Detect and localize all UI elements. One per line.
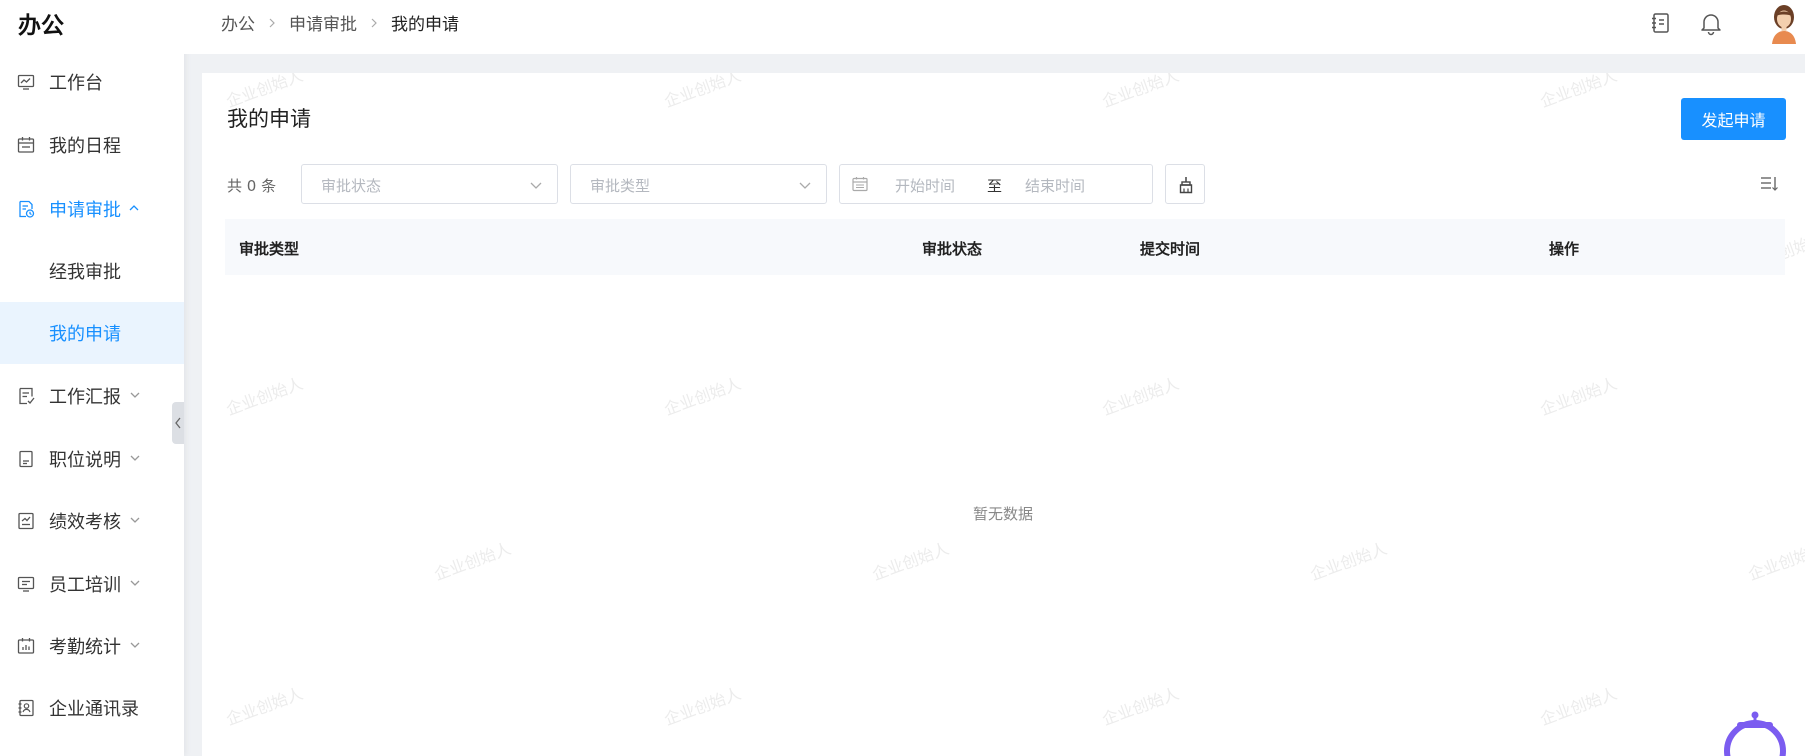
watermark: 企业创始人 [1099, 73, 1182, 112]
sidebar-subitem-my-applications[interactable]: 我的申请 [0, 302, 184, 364]
watermark: 企业创始人 [431, 538, 514, 585]
approval-type-select[interactable]: 审批类型 [570, 164, 827, 204]
chevron-up-icon [129, 205, 139, 211]
bell-icon[interactable] [1698, 10, 1724, 36]
sidebar-item-label: 我的日程 [49, 136, 121, 157]
sidebar-item-workbench[interactable]: 工作台 [0, 51, 184, 113]
calendar-icon [17, 137, 35, 153]
assistant-bot-icon[interactable] [1713, 711, 1793, 756]
sidebar-item-label: 绩效考核 [49, 512, 121, 533]
column-settings-icon[interactable] [1760, 176, 1778, 192]
performance-icon [18, 512, 34, 530]
watermark: 企业创始人 [661, 683, 744, 730]
start-date-input[interactable]: 开始时间 [895, 175, 955, 196]
main-card: 企业创始人 企业创始人 企业创始人 企业创始人 企业创始人 企业创始人 企业创始… [202, 73, 1805, 756]
end-date-input[interactable]: 结束时间 [1025, 175, 1085, 196]
chevron-down-icon [130, 392, 140, 398]
column-header-actions: 操作 [1549, 240, 1580, 258]
attendance-icon [17, 638, 35, 654]
watermark: 企业创始人 [869, 538, 952, 585]
sidebar-item-label: 工作台 [49, 73, 103, 94]
sidebar-item-label: 经我审批 [49, 262, 121, 283]
select-placeholder: 审批类型 [590, 177, 651, 195]
sidebar-item-attendance[interactable]: 考勤统计 [0, 615, 184, 677]
sidebar-item-label: 员工培训 [49, 575, 121, 596]
report-icon [19, 387, 35, 405]
chevron-left-icon [175, 417, 181, 429]
chevron-down-icon [130, 517, 140, 523]
chevron-down-icon [130, 455, 140, 461]
sidebar-item-work-report[interactable]: 工作汇报 [0, 365, 184, 427]
breadcrumb: 办公 申请审批 我的申请 [221, 10, 459, 35]
chevron-down-icon [799, 182, 811, 189]
sidebar-item-schedule[interactable]: 我的日程 [0, 114, 184, 176]
range-separator: 至 [987, 177, 1003, 195]
app-title: 办公 [18, 13, 64, 39]
watermark: 企业创始人 [223, 683, 306, 730]
breadcrumb-item-current: 我的申请 [391, 15, 459, 35]
page-title: 我的申请 [227, 107, 311, 131]
sidebar-item-label: 职位说明 [49, 450, 121, 471]
empty-state-text: 暂无数据 [973, 505, 1034, 523]
chevron-down-icon [130, 580, 140, 586]
total-count: 共 0 条 [227, 177, 277, 195]
sidebar: 办公 工作台 我的日程 申请审批 经我审批 我的申请 工作汇报 职位说明 绩效考… [0, 0, 184, 756]
watermark: 企业创始人 [1307, 538, 1390, 585]
watermark: 企业创始人 [1099, 683, 1182, 730]
document-icon [19, 450, 33, 468]
sidebar-item-label: 考勤统计 [49, 637, 121, 658]
watermark: 企业创始人 [1537, 683, 1620, 730]
date-range-picker[interactable]: 开始时间 至 结束时间 [839, 164, 1153, 204]
contacts-icon [18, 699, 34, 717]
sidebar-item-label: 工作汇报 [49, 387, 121, 408]
sidebar-subitem-approved-by-me[interactable]: 经我审批 [0, 240, 184, 302]
watermark: 企业创始人 [1537, 373, 1620, 420]
select-placeholder: 审批状态 [321, 177, 382, 195]
sidebar-item-job-description[interactable]: 职位说明 [0, 428, 184, 490]
watermark: 企业创始人 [223, 373, 306, 420]
dashboard-icon [17, 74, 35, 90]
notebook-icon[interactable] [1648, 10, 1674, 36]
sidebar-item-label: 申请审批 [49, 200, 121, 221]
top-header: 办公 申请审批 我的申请 [184, 0, 1805, 54]
watermark: 企业创始人 [661, 373, 744, 420]
sidebar-item-label: 企业通讯录 [49, 699, 139, 720]
chevron-down-icon [130, 642, 140, 648]
training-icon [17, 576, 35, 592]
approval-status-select[interactable]: 审批状态 [301, 164, 558, 204]
sidebar-item-approvals[interactable]: 申请审批 [0, 178, 184, 240]
watermark: 企业创始人 [1099, 373, 1182, 420]
column-header-type: 审批类型 [239, 240, 300, 258]
column-header-status: 审批状态 [922, 240, 983, 258]
sidebar-collapse-handle[interactable] [172, 402, 184, 444]
breadcrumb-item[interactable]: 申请审批 [289, 10, 357, 35]
clear-filters-button[interactable] [1165, 164, 1205, 204]
watermark: 企业创始人 [1745, 538, 1805, 585]
breadcrumb-item[interactable]: 办公 [221, 10, 255, 35]
new-application-button[interactable]: 发起申请 [1681, 98, 1786, 140]
calendar-icon [852, 177, 868, 192]
broom-icon [1179, 177, 1193, 194]
chevron-down-icon [530, 182, 542, 189]
column-header-submit-time: 提交时间 [1140, 240, 1201, 258]
watermark: 企业创始人 [661, 73, 744, 112]
chevron-right-icon [269, 18, 275, 27]
watermark: 企业创始人 [1537, 73, 1620, 112]
approval-doc-icon [19, 200, 35, 218]
sidebar-item-contacts[interactable]: 企业通讯录 [0, 677, 184, 739]
sidebar-item-training[interactable]: 员工培训 [0, 553, 184, 615]
sidebar-item-label: 我的申请 [49, 324, 121, 345]
sidebar-item-performance[interactable]: 绩效考核 [0, 490, 184, 552]
chevron-right-icon [371, 18, 377, 27]
avatar[interactable] [1766, 2, 1802, 44]
table-header: 审批类型 审批状态 提交时间 操作 [225, 219, 1785, 275]
